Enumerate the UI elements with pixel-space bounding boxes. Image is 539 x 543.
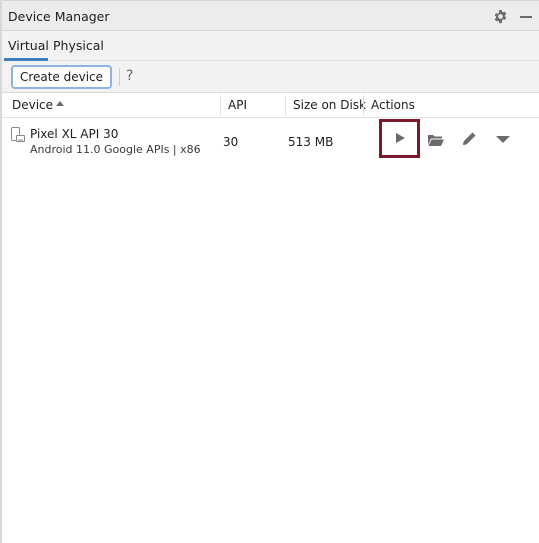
column-header-device[interactable]: Device bbox=[12, 98, 53, 112]
column-separator[interactable] bbox=[220, 95, 221, 116]
folder-icon[interactable] bbox=[428, 134, 444, 146]
tab-virtual[interactable]: Virtual bbox=[8, 38, 49, 53]
minimize-icon[interactable] bbox=[520, 16, 532, 18]
column-header-actions: Actions bbox=[371, 98, 415, 112]
device-size-on-disk: 513 MB bbox=[288, 135, 334, 149]
device-name: Pixel XL API 30 bbox=[30, 127, 119, 141]
toolbar: Create device ? bbox=[2, 61, 539, 93]
launch-icon[interactable] bbox=[396, 133, 405, 143]
gear-icon[interactable] bbox=[493, 9, 508, 24]
table-row[interactable]: Pixel XL API 30 Android 11.0 Google APIs… bbox=[2, 118, 539, 162]
table-header: Device API Size on Disk Actions bbox=[2, 93, 539, 118]
column-header-size[interactable]: Size on Disk bbox=[293, 98, 366, 112]
window-title: Device Manager bbox=[8, 9, 110, 24]
device-description: Android 11.0 Google APIs | x86 bbox=[30, 143, 201, 156]
phone-tablet-icon bbox=[11, 127, 25, 142]
device-manager-window: Device Manager Virtual Physical Create d… bbox=[0, 0, 539, 543]
edit-icon[interactable] bbox=[461, 131, 477, 147]
device-api-level: 30 bbox=[223, 135, 239, 149]
tab-physical[interactable]: Physical bbox=[53, 38, 104, 53]
title-bar: Device Manager bbox=[2, 0, 539, 31]
empty-list-area bbox=[2, 162, 539, 543]
sort-ascending-icon[interactable] bbox=[56, 101, 64, 106]
column-separator[interactable] bbox=[363, 95, 364, 116]
more-menu-icon[interactable] bbox=[496, 136, 510, 143]
column-separator[interactable] bbox=[285, 95, 286, 116]
help-icon[interactable]: ? bbox=[126, 68, 133, 84]
column-header-api[interactable]: API bbox=[228, 98, 247, 112]
create-device-button[interactable]: Create device bbox=[11, 65, 112, 89]
toolbar-separator bbox=[119, 68, 120, 86]
device-type-tabs: Virtual Physical bbox=[2, 31, 539, 61]
